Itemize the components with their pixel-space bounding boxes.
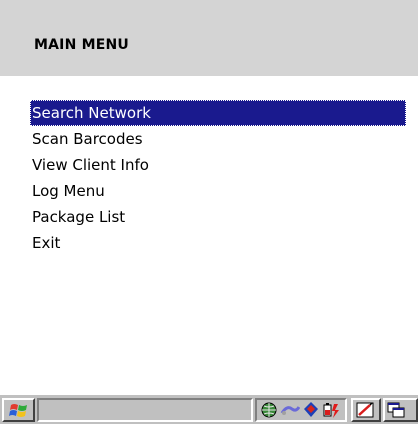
window-switch-icon (387, 402, 405, 418)
menu-item-view-client-info[interactable]: View Client Info (30, 152, 406, 178)
input-panel-icon (356, 402, 374, 418)
taskbar-task-area[interactable] (37, 398, 253, 422)
menu-item-package-list[interactable]: Package List (30, 204, 406, 230)
network-globe-icon[interactable] (260, 401, 278, 419)
menu-item-search-network[interactable]: Search Network (30, 100, 406, 126)
input-panel-button[interactable] (351, 398, 381, 422)
menu-item-exit[interactable]: Exit (30, 230, 406, 256)
windows-flag-icon (9, 404, 27, 417)
system-tray (255, 398, 347, 422)
menu-item-log-menu[interactable]: Log Menu (30, 178, 406, 204)
connection-icon[interactable] (280, 401, 300, 419)
window-switch-button[interactable] (383, 398, 418, 422)
page-title: MAIN MENU (34, 37, 129, 53)
menu-item-scan-barcodes[interactable]: Scan Barcodes (30, 126, 406, 152)
security-shield-icon[interactable] (302, 401, 320, 419)
main-menu-list: Search Network Scan Barcodes View Client… (30, 100, 406, 256)
battery-power-icon[interactable] (322, 401, 342, 419)
taskbar (0, 394, 418, 424)
start-button[interactable] (2, 398, 35, 422)
title-bar: MAIN MENU (0, 0, 418, 76)
